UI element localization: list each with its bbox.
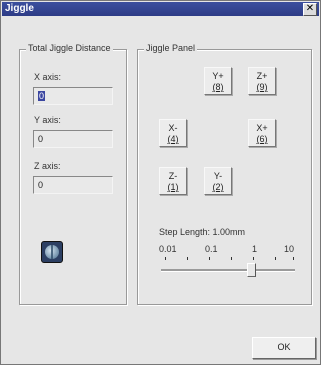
ok-button[interactable]: OK <box>252 337 316 359</box>
step-length-label: Step Length: 1.00mm <box>159 227 246 237</box>
slider-tick <box>187 257 188 260</box>
y-plus-key: (8) <box>212 82 224 92</box>
x-axis-value: 0 <box>38 91 46 101</box>
x-minus-button[interactable]: X- (4) <box>159 119 187 147</box>
z-axis-label: Z axis: <box>34 161 61 171</box>
z-minus-label: Z- <box>168 171 178 181</box>
z-plus-button[interactable]: Z+ (9) <box>248 67 276 95</box>
y-axis-value: 0 <box>38 134 44 144</box>
y-minus-button[interactable]: Y- (2) <box>204 167 232 195</box>
x-axis-label: X axis: <box>34 72 62 82</box>
x-plus-key: (6) <box>256 134 268 144</box>
y-plus-button[interactable]: Y+ (8) <box>204 67 232 95</box>
slider-tick-label: 0.1 <box>205 244 218 254</box>
slider-tick <box>209 257 210 260</box>
slider-tick <box>231 257 232 260</box>
group-title-jiggle-panel: Jiggle Panel <box>144 43 198 53</box>
title-bar[interactable]: Jiggle ✕ <box>2 2 319 16</box>
x-plus-label: X+ <box>256 123 268 133</box>
y-minus-label: Y- <box>213 171 223 181</box>
z-plus-key: (9) <box>256 82 268 92</box>
step-length-slider-track[interactable] <box>161 269 295 272</box>
slider-tick <box>253 257 254 260</box>
x-axis-field[interactable]: 0 <box>33 87 113 105</box>
z-axis-value: 0 <box>38 180 44 190</box>
globe-icon <box>41 241 63 263</box>
x-plus-button[interactable]: X+ (6) <box>248 119 276 147</box>
z-minus-button[interactable]: Z- (1) <box>159 167 187 195</box>
window-title: Jiggle <box>5 3 34 14</box>
x-minus-label: X- <box>168 123 178 133</box>
slider-tick <box>165 257 166 260</box>
y-plus-label: Y+ <box>212 71 224 81</box>
jiggle-dialog: Jiggle ✕ Total Jiggle Distance X axis: 0… <box>0 0 321 365</box>
slider-tick-label: 1 <box>252 244 258 254</box>
z-minus-key: (1) <box>167 182 179 192</box>
slider-tick-label: 10 <box>284 244 295 254</box>
z-plus-label: Z+ <box>256 71 268 81</box>
y-axis-field[interactable]: 0 <box>33 130 113 148</box>
close-button[interactable]: ✕ <box>303 3 317 16</box>
slider-tick-label: 0.01 <box>159 244 177 254</box>
y-minus-key: (2) <box>212 182 224 192</box>
step-length-slider-thumb[interactable] <box>247 263 256 277</box>
slider-tick <box>293 257 294 260</box>
slider-tick <box>275 257 276 260</box>
group-title-total-distance: Total Jiggle Distance <box>26 43 113 53</box>
y-axis-label: Y axis: <box>34 115 61 125</box>
x-minus-key: (4) <box>167 134 179 144</box>
z-axis-field[interactable]: 0 <box>33 176 113 194</box>
